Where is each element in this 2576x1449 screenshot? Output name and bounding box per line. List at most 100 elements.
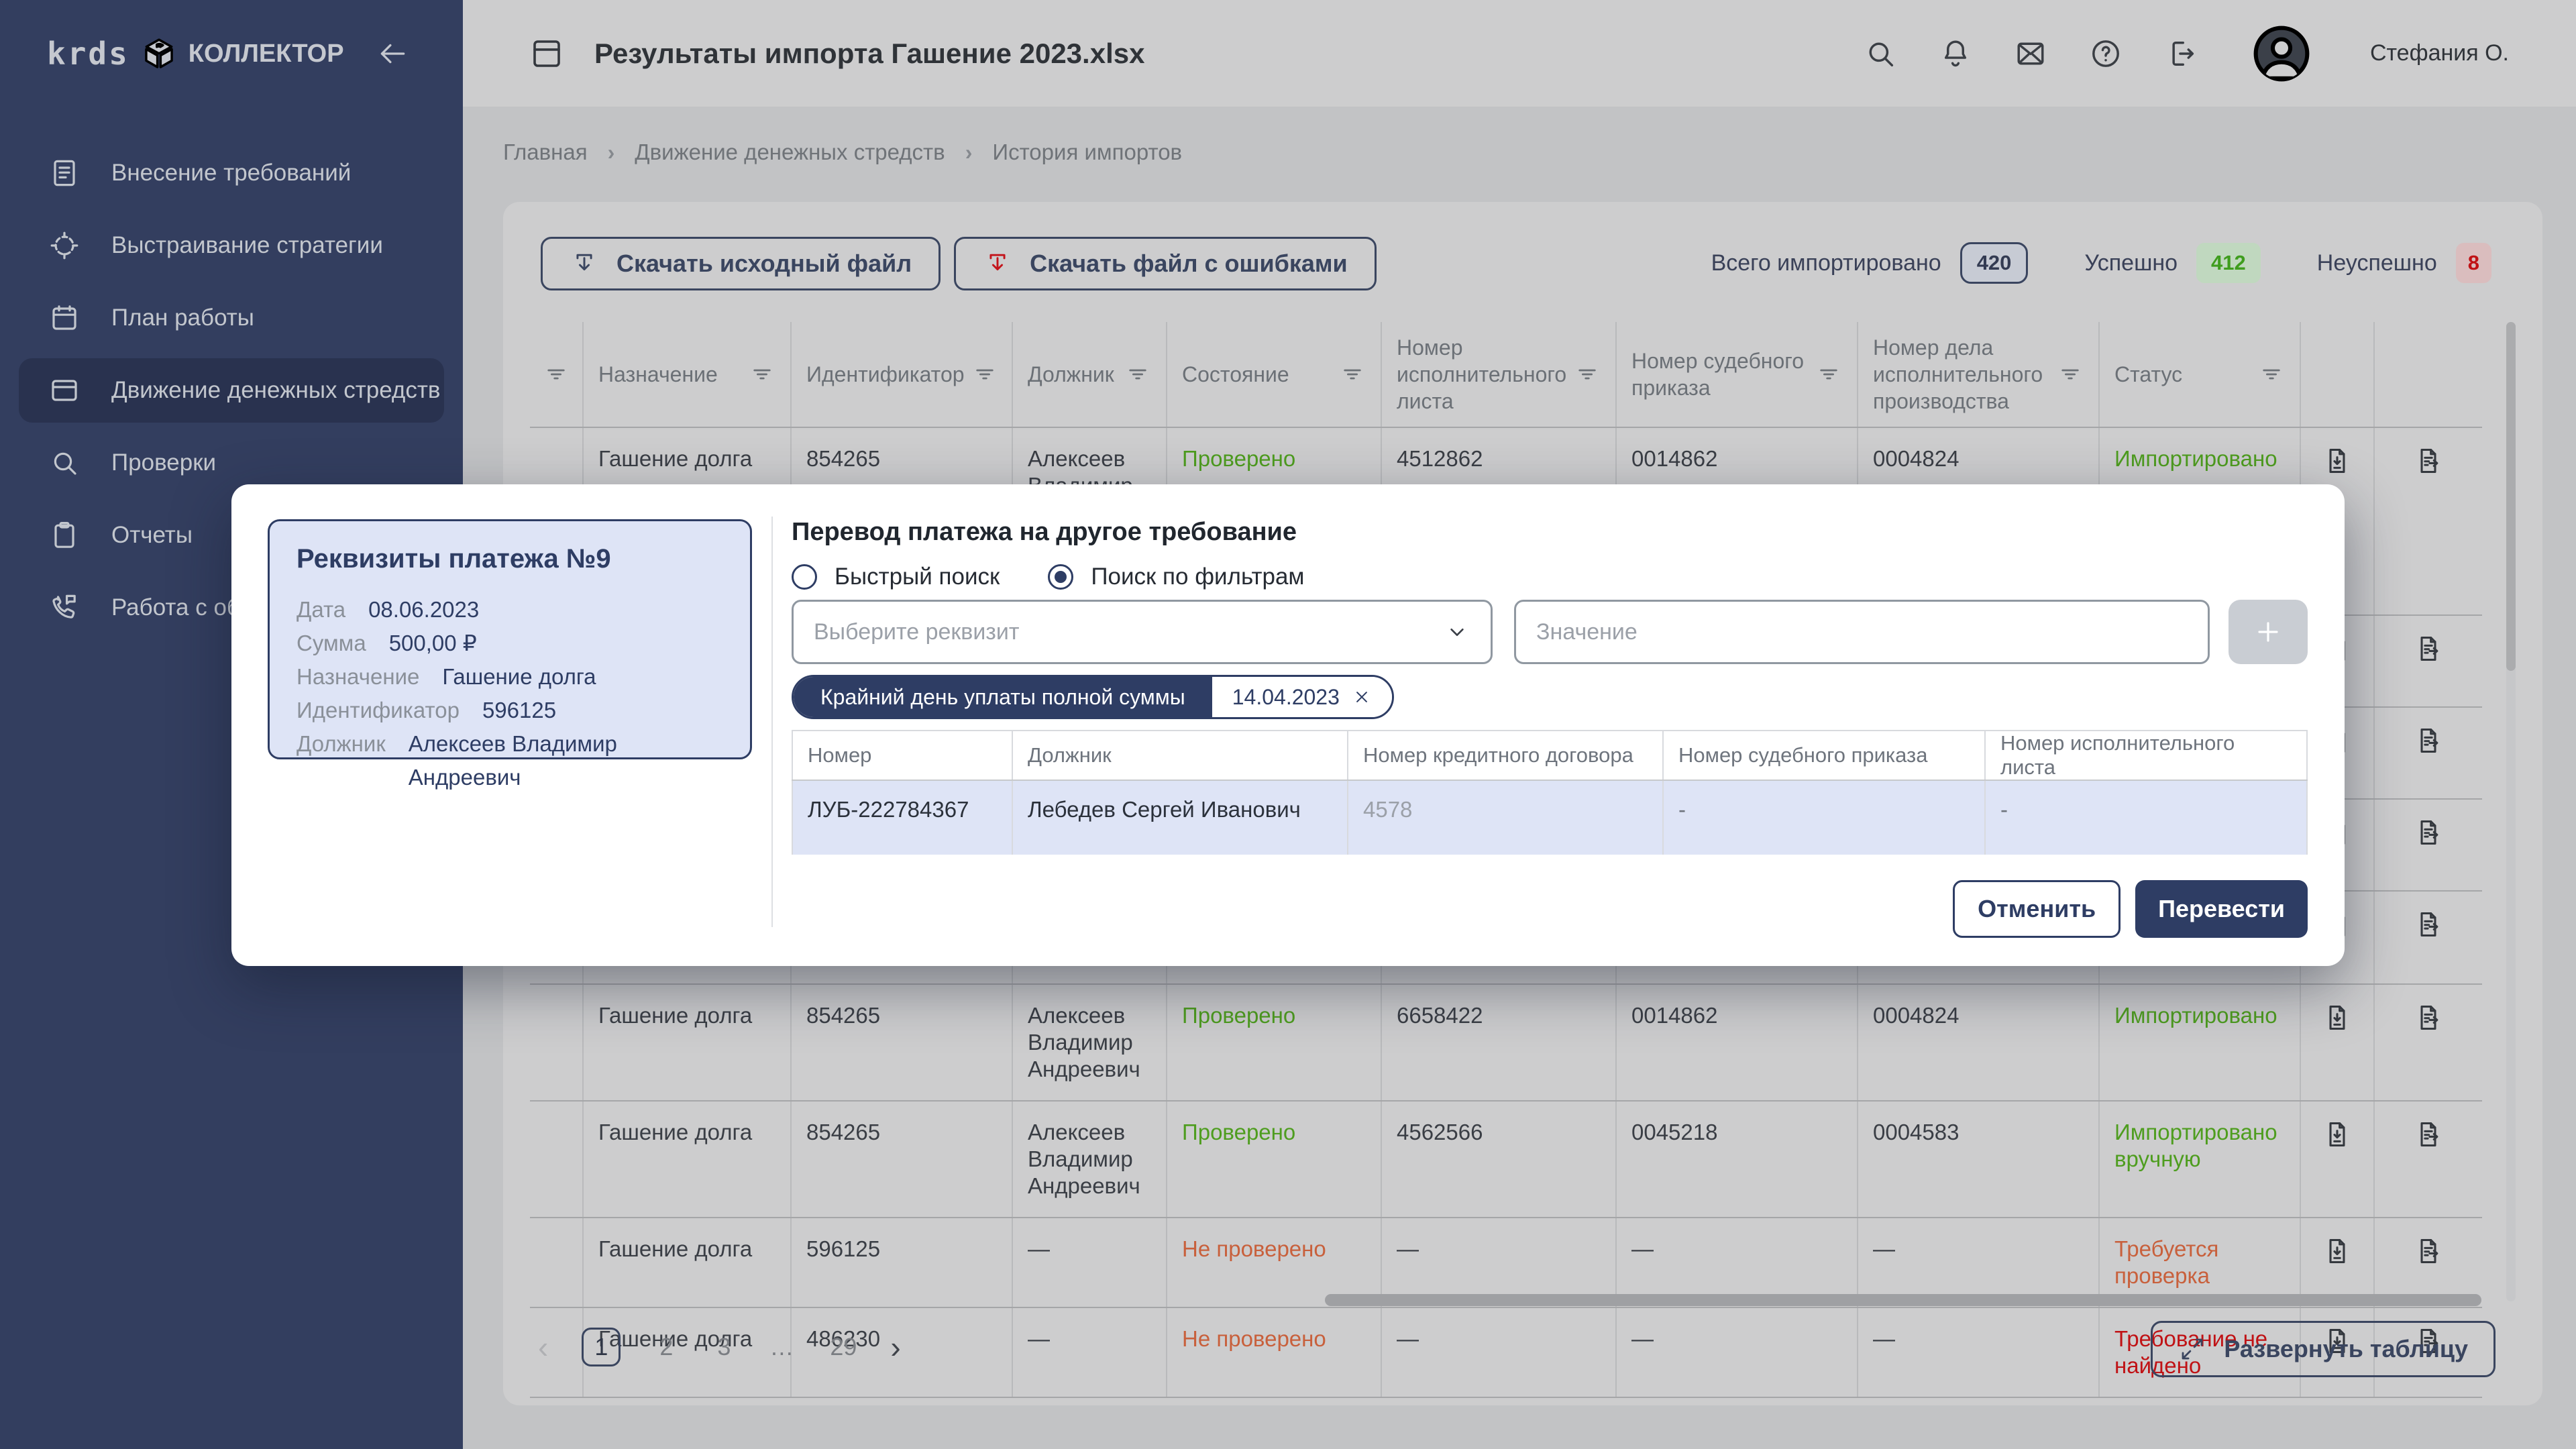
breadcrumb-separator-icon: › xyxy=(965,140,973,165)
sidebar-item[interactable]: План работы xyxy=(19,286,444,350)
table-cell: Гашение долга xyxy=(584,985,792,1100)
breadcrumb-home[interactable]: Главная xyxy=(503,140,588,165)
download-errors-button[interactable]: Скачать файл с ошибками xyxy=(954,237,1377,290)
top-header: Результаты импорта Гашение 2023.xlsx Сте… xyxy=(463,0,2576,107)
column-label: Номер дела исполнительного производства xyxy=(1873,334,2050,415)
file-text-icon xyxy=(48,157,80,189)
filter-icon[interactable] xyxy=(1339,361,1366,388)
sidebar-item-label: План работы xyxy=(111,305,254,331)
payment-requisites-card: Реквизиты платежа №9 Дата08.06.2023 Сумм… xyxy=(268,519,752,759)
table-header-cell: Назначение xyxy=(584,322,792,427)
filter-icon[interactable] xyxy=(2057,361,2084,388)
table-cell: 854265 xyxy=(792,1102,1013,1217)
filter-icon[interactable] xyxy=(971,361,998,388)
row-actions-cell xyxy=(2375,708,2482,798)
filter-icon[interactable] xyxy=(1815,361,1842,388)
value-input[interactable] xyxy=(1514,600,2210,664)
req-id-value: 596125 xyxy=(482,694,556,727)
pagination-page-1[interactable]: 1 xyxy=(582,1328,621,1366)
pagination-next-icon[interactable]: › xyxy=(890,1329,900,1365)
pagination-page-2[interactable]: 2 xyxy=(654,1333,678,1361)
req-id-label: Идентификатор xyxy=(297,694,460,727)
horizontal-scrollbar[interactable] xyxy=(1325,1294,2481,1306)
pagination-pages: 123…29 xyxy=(582,1328,857,1366)
column-label: Назначение xyxy=(598,361,718,388)
doc-download-icon[interactable] xyxy=(2322,1002,2353,1033)
modal-column-label: Номер исполнительного листа xyxy=(1986,731,2308,780)
sidebar-item[interactable]: Внесение требований xyxy=(19,141,444,205)
modal-table-row[interactable]: ЛУБ-222784367Лебедев Сергей Иванович4578… xyxy=(792,781,2308,855)
add-filter-button[interactable] xyxy=(2229,600,2308,664)
radio-quick-search[interactable]: Быстрый поиск xyxy=(792,564,1000,590)
stat-success-label: Успешно xyxy=(2084,250,2178,276)
bell-icon[interactable] xyxy=(1938,36,1973,71)
table-cell: — xyxy=(1382,1308,1617,1397)
user-name: Стефания О. xyxy=(2370,40,2509,66)
doc-export-icon[interactable] xyxy=(2413,1236,2444,1267)
doc-download-icon[interactable] xyxy=(2322,1236,2353,1267)
row-lead-cell xyxy=(530,1218,584,1307)
avatar[interactable] xyxy=(2251,23,2312,85)
doc-export-icon[interactable] xyxy=(2413,445,2444,476)
search-icon[interactable] xyxy=(1863,36,1898,71)
pagination-prev-icon[interactable]: ‹ xyxy=(538,1329,548,1365)
pagination-page-3[interactable]: 3 xyxy=(712,1333,736,1361)
doc-export-icon[interactable] xyxy=(2413,817,2444,848)
row-actions-cell xyxy=(2301,1102,2375,1217)
sidebar-item-label: Отчеты xyxy=(111,522,193,549)
sidebar-item[interactable]: Движение денежных стредств xyxy=(19,358,444,423)
cancel-button[interactable]: Отменить xyxy=(1953,880,2121,938)
radio-checked-icon xyxy=(1048,564,1073,590)
vertical-scrollbar-thumb[interactable] xyxy=(2506,322,2516,671)
plus-icon xyxy=(2252,616,2284,648)
transfer-title: Перевод платежа на другое требование xyxy=(792,518,1297,547)
column-label: Номер исполнительного листа xyxy=(1397,334,1567,415)
expand-table-button[interactable]: Развернуть таблицу xyxy=(2151,1321,2496,1377)
mail-icon[interactable] xyxy=(2013,36,2048,71)
doc-download-icon[interactable] xyxy=(2322,445,2353,476)
pagination-page-29[interactable]: 29 xyxy=(830,1333,857,1361)
table-cell: — xyxy=(1013,1218,1167,1307)
filter-icon[interactable] xyxy=(543,361,570,388)
requisite-select[interactable]: Выберите реквизит xyxy=(792,600,1493,664)
sidebar-item[interactable]: Выстраивание стратегии xyxy=(19,213,444,278)
logout-icon[interactable] xyxy=(2163,36,2198,71)
calendar-icon xyxy=(48,302,80,334)
doc-download-icon[interactable] xyxy=(2322,1119,2353,1150)
doc-export-icon[interactable] xyxy=(2413,1119,2444,1150)
column-label: Статус xyxy=(2114,361,2182,388)
close-icon[interactable] xyxy=(1352,687,1372,707)
filter-chip-label: Крайний день уплаты полной суммы xyxy=(794,677,1212,717)
table-cell: — xyxy=(1617,1308,1858,1397)
payment-requisites-title: Реквизиты платежа №9 xyxy=(297,544,723,574)
req-sum-value: 500,00 ₽ xyxy=(389,627,477,660)
modal-table-header-row: НомерДолжникНомер кредитного договораНом… xyxy=(792,731,2308,781)
download-source-label: Скачать исходный файл xyxy=(616,250,912,278)
doc-export-icon[interactable] xyxy=(2413,1002,2444,1033)
modal-divider xyxy=(771,517,773,927)
radio-quick-search-label: Быстрый поиск xyxy=(835,564,1000,590)
radio-unchecked-icon xyxy=(792,564,817,590)
column-label: Должник xyxy=(1028,361,1114,388)
table-header-cell xyxy=(530,322,584,427)
radio-filter-search[interactable]: Поиск по фильтрам xyxy=(1048,564,1304,590)
filter-icon[interactable] xyxy=(2258,361,2285,388)
sidebar-item-label: Движение денежных стредств xyxy=(111,377,440,404)
doc-export-icon[interactable] xyxy=(2413,633,2444,664)
transfer-button[interactable]: Перевести xyxy=(2135,880,2308,938)
filter-icon[interactable] xyxy=(1574,361,1601,388)
filter-icon[interactable] xyxy=(749,361,775,388)
filter-icon[interactable] xyxy=(1124,361,1151,388)
active-filter-chip: Крайний день уплаты полной суммы 14.04.2… xyxy=(792,675,1394,719)
collapse-sidebar-arrow-icon[interactable] xyxy=(376,37,409,70)
table-row: Гашение долга596125—Не проверено———Требу… xyxy=(530,1217,2482,1307)
doc-export-icon[interactable] xyxy=(2413,909,2444,940)
table-cell: — xyxy=(1013,1308,1167,1397)
table-row: Гашение долга854265Алексеев Владимир Анд… xyxy=(530,983,2482,1100)
breadcrumb-section[interactable]: Движение денежных стредств xyxy=(635,140,945,165)
help-icon[interactable] xyxy=(2088,36,2123,71)
download-source-button[interactable]: Скачать исходный файл xyxy=(541,237,941,290)
row-actions-cell xyxy=(2375,892,2482,983)
modal-column-label: Номер xyxy=(792,731,1013,780)
doc-export-icon[interactable] xyxy=(2413,725,2444,756)
